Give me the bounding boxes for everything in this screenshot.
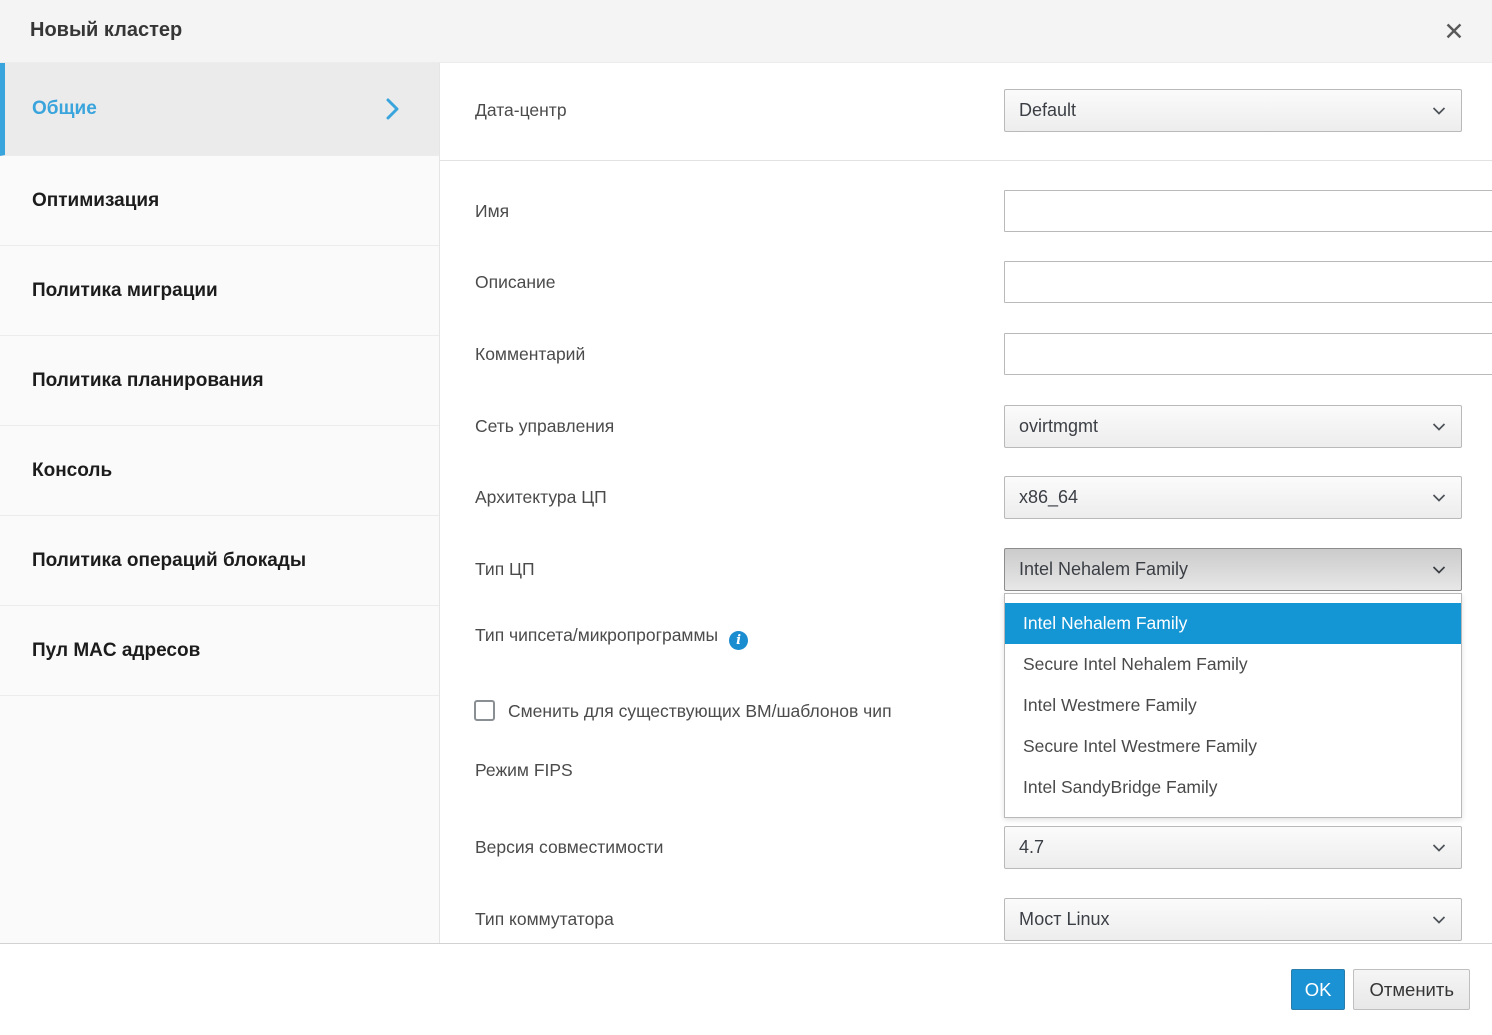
dropdown-option[interactable]: Intel SandyBridge Family <box>1005 767 1461 808</box>
close-icon[interactable]: ✕ <box>1434 12 1474 52</box>
mgmt-network-select[interactable]: ovirtmgmt <box>1004 405 1462 448</box>
cpu-arch-select-value: x86_64 <box>1019 487 1078 508</box>
name-row: Имя <box>440 190 1492 232</box>
fips-label: Режим FIPS <box>475 758 573 782</box>
dropdown-option[interactable]: Secure Intel Nehalem Family <box>1005 644 1461 685</box>
switch-type-row: Тип коммутатора Мост Linux <box>440 898 1492 941</box>
description-label: Описание <box>475 261 556 303</box>
chevron-down-icon <box>1432 915 1446 924</box>
chipset-label-text: Тип чипсета/микропрограммы <box>475 625 718 645</box>
sidebar-item-label: Политика операций блокады <box>32 550 306 572</box>
sidebar-item-general[interactable]: Общие <box>0 63 439 156</box>
datacenter-select-value: Default <box>1019 100 1076 121</box>
sidebar-item-label: Пул MAC адресов <box>32 640 200 662</box>
dialog-header: Новый кластер ✕ <box>0 0 1492 63</box>
chevron-down-icon <box>1432 422 1446 431</box>
chevron-right-icon <box>386 98 399 120</box>
cpu-arch-row: Архитектура ЦП x86_64 <box>440 476 1492 519</box>
sidebar-item-migration-policy[interactable]: Политика миграции <box>0 246 439 336</box>
sidebar-item-label: Политика миграции <box>32 280 218 302</box>
cancel-button[interactable]: Отменить <box>1353 969 1470 1010</box>
sidebar-item-label: Общие <box>32 98 97 120</box>
chevron-down-icon <box>1432 106 1446 115</box>
general-form: Дата-центр Default Имя Описание Коммента… <box>440 63 1492 943</box>
cpu-type-select[interactable]: Intel Nehalem Family <box>1004 548 1462 591</box>
sidebar-item-fencing-policy[interactable]: Политика операций блокады <box>0 516 439 606</box>
section-divider <box>440 160 1492 161</box>
dialog-title: Новый кластер <box>30 0 182 61</box>
sidebar-item-label: Оптимизация <box>32 190 159 212</box>
mgmt-network-row: Сеть управления ovirtmgmt <box>440 405 1492 448</box>
comment-label: Комментарий <box>475 333 585 375</box>
chipset-label: Тип чипсета/микропрограммы i <box>475 613 748 657</box>
change-existing-checkbox[interactable] <box>474 700 495 721</box>
cpu-type-select-value: Intel Nehalem Family <box>1019 559 1188 580</box>
cpu-type-label: Тип ЦП <box>475 548 535 591</box>
description-row: Описание <box>440 261 1492 303</box>
dropdown-option[interactable]: Intel Nehalem Family <box>1005 603 1461 644</box>
dropdown-option[interactable]: Secure Intel Westmere Family <box>1005 726 1461 767</box>
dialog-sidebar: Общие Оптимизация Политика миграции Поли… <box>0 63 440 943</box>
name-input[interactable] <box>1004 190 1492 232</box>
datacenter-row: Дата-центр Default <box>440 89 1492 132</box>
sidebar-item-label: Политика планирования <box>32 370 264 392</box>
compat-version-select[interactable]: 4.7 <box>1004 826 1462 869</box>
datacenter-select[interactable]: Default <box>1004 89 1462 132</box>
change-existing-label: Сменить для существующих ВМ/шаблонов чип <box>508 700 892 722</box>
cpu-arch-select[interactable]: x86_64 <box>1004 476 1462 519</box>
switch-type-label: Тип коммутатора <box>475 898 614 941</box>
name-label: Имя <box>475 190 509 232</box>
cpu-arch-label: Архитектура ЦП <box>475 476 607 519</box>
dialog-footer: OK Отменить <box>0 943 1492 1035</box>
chevron-down-icon <box>1432 565 1446 574</box>
compat-version-row: Версия совместимости 4.7 <box>440 826 1492 869</box>
cpu-type-row: Тип ЦП Intel Nehalem Family <box>440 548 1492 591</box>
chevron-down-icon <box>1432 843 1446 852</box>
sidebar-item-label: Консоль <box>32 460 112 482</box>
info-icon[interactable]: i <box>729 631 748 650</box>
sidebar-item-console[interactable]: Консоль <box>0 426 439 516</box>
comment-row: Комментарий <box>440 333 1492 375</box>
ok-button[interactable]: OK <box>1291 969 1346 1010</box>
sidebar-item-scheduling-policy[interactable]: Политика планирования <box>0 336 439 426</box>
new-cluster-dialog: Новый кластер ✕ Общие Оптимизация Полити… <box>0 0 1492 1035</box>
mgmt-network-label: Сеть управления <box>475 405 614 448</box>
switch-type-select-value: Мост Linux <box>1019 909 1109 930</box>
compat-version-label: Версия совместимости <box>475 826 663 869</box>
description-input[interactable] <box>1004 261 1492 303</box>
cpu-type-dropdown-list: Intel Nehalem Family Secure Intel Nehale… <box>1004 593 1462 818</box>
sidebar-item-optimization[interactable]: Оптимизация <box>0 156 439 246</box>
mgmt-network-select-value: ovirtmgmt <box>1019 416 1098 437</box>
chevron-down-icon <box>1432 493 1446 502</box>
datacenter-label: Дата-центр <box>475 89 567 132</box>
switch-type-select[interactable]: Мост Linux <box>1004 898 1462 941</box>
comment-input[interactable] <box>1004 333 1492 375</box>
dropdown-option[interactable]: Intel Westmere Family <box>1005 685 1461 726</box>
sidebar-item-mac-pool[interactable]: Пул MAC адресов <box>0 606 439 696</box>
compat-version-select-value: 4.7 <box>1019 837 1044 858</box>
